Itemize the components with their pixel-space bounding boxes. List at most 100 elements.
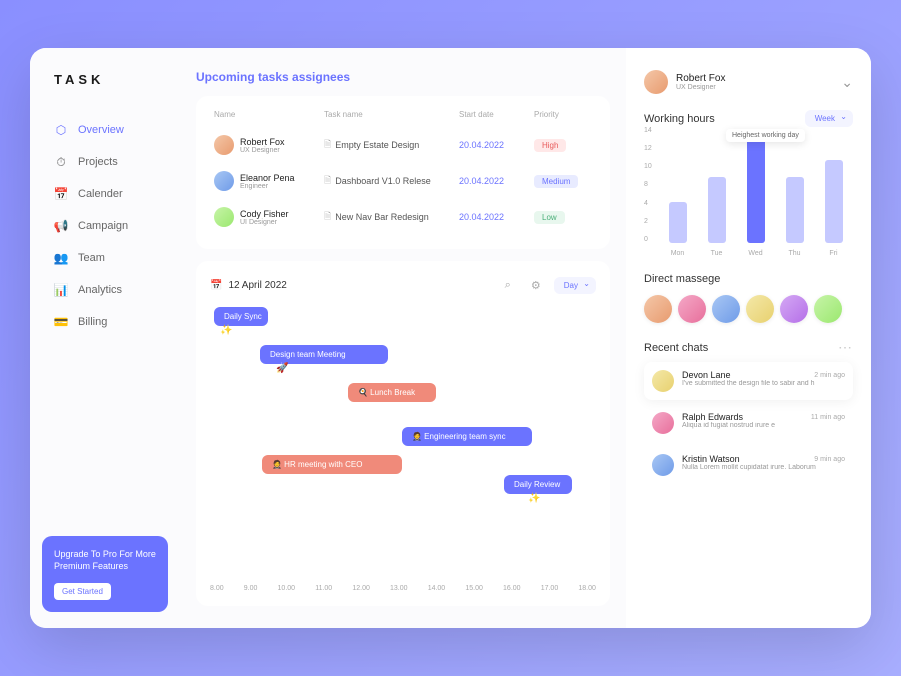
chat-item[interactable]: Ralph Edwards11 min agoAliqua id fugiat … <box>644 404 853 442</box>
avatar <box>652 412 674 434</box>
bars: Heighest working day Mon Tue Wed Thu Fri <box>658 127 853 257</box>
chat-item[interactable]: Devon Lane2 min agoI've submitted the de… <box>644 362 853 400</box>
priority-badge: High <box>534 139 566 152</box>
bar[interactable] <box>786 177 804 243</box>
nav-icon: 📊 <box>54 283 68 297</box>
table-row[interactable]: Robert FoxUX Designer🗎Empty Estate Desig… <box>210 127 596 163</box>
chats-title: Recent chats <box>644 342 708 354</box>
dm-avatar[interactable] <box>644 295 672 323</box>
avatar <box>214 135 234 155</box>
main: Upcoming tasks assignees Name Task name … <box>180 48 626 628</box>
bar-wrap: Thu <box>781 177 809 243</box>
chart-header: Working hours Week <box>644 110 853 127</box>
timeline-event[interactable]: 🍳 Lunch Break <box>348 383 436 402</box>
logo: TASK <box>30 72 180 87</box>
priority-badge: Low <box>534 211 565 224</box>
bar[interactable] <box>747 135 765 243</box>
nav-icon: 📅 <box>54 187 68 201</box>
sidebar: TASK ⬡Overview⏱Projects📅Calender📢Campaig… <box>30 48 180 628</box>
nav: ⬡Overview⏱Projects📅Calender📢Campaign👥Tea… <box>30 115 180 337</box>
dm-section: Direct massege <box>644 273 853 323</box>
dm-avatar[interactable] <box>780 295 808 323</box>
table-body: Robert FoxUX Designer🗎Empty Estate Desig… <box>210 127 596 235</box>
profile-name: Robert Fox <box>676 73 725 84</box>
timeline-header: 📅 12 April 2022 ⌕ ⚙ Day <box>210 275 596 295</box>
chats-header: Recent chats ⋯ <box>644 339 853 356</box>
th-task: Task name <box>324 110 459 119</box>
dm-avatar[interactable] <box>712 295 740 323</box>
chart-title: Working hours <box>644 113 715 125</box>
nav-analytics[interactable]: 📊Analytics <box>42 275 168 305</box>
bar[interactable] <box>669 202 687 243</box>
bar-wrap: Mon <box>664 202 692 243</box>
timeline-event[interactable]: 🤵 Engineering team sync <box>402 427 532 446</box>
bar-wrap: Tue <box>703 177 731 243</box>
nav-billing[interactable]: 💳Billing <box>42 307 168 337</box>
tasks-title: Upcoming tasks assignees <box>196 70 610 84</box>
nav-icon: 💳 <box>54 315 68 329</box>
nav-icon: 👥 <box>54 251 68 265</box>
avatar <box>214 171 234 191</box>
right-panel: Robert Fox UX Designer ⌄ Working hours W… <box>626 48 871 628</box>
dm-avatar[interactable] <box>746 295 774 323</box>
tasks-card: Name Task name Start date Priority Rober… <box>196 96 610 249</box>
timeline-date: 📅 12 April 2022 <box>210 280 490 291</box>
table-row[interactable]: Eleanor PenaEngineer🗎Dashboard V1.0 Rele… <box>210 163 596 199</box>
dm-avatar[interactable] <box>678 295 706 323</box>
dm-avatars <box>644 295 853 323</box>
bar[interactable] <box>825 160 843 243</box>
upgrade-text: Upgrade To Pro For More Premium Features <box>54 548 156 573</box>
upgrade-card: Upgrade To Pro For More Premium Features… <box>42 536 168 612</box>
nav-calender[interactable]: 📅Calender <box>42 179 168 209</box>
th-start: Start date <box>459 110 534 119</box>
table-row[interactable]: Cody FisherUI Designer🗎New Nav Bar Redes… <box>210 199 596 235</box>
timeline-card: 📅 12 April 2022 ⌕ ⚙ Day 8.009.0010.0011.… <box>196 261 610 606</box>
chat-item[interactable]: Kristin Watson9 min agoNulla Lorem molli… <box>644 446 853 484</box>
more-icon[interactable]: ⋯ <box>838 339 853 356</box>
chat-list: Devon Lane2 min agoI've submitted the de… <box>644 362 853 484</box>
calendar-icon: 📅 <box>210 280 222 291</box>
bar-wrap: Fri <box>820 160 848 243</box>
timeline-event[interactable]: Daily Review <box>504 475 572 494</box>
chevron-down-icon[interactable]: ⌄ <box>841 74 853 91</box>
bar[interactable] <box>708 177 726 243</box>
profile-role: UX Designer <box>676 84 725 91</box>
th-name: Name <box>214 110 324 119</box>
event-emoji: 🚀 <box>276 363 288 374</box>
chart-tooltip: Heighest working day <box>726 129 805 142</box>
nav-campaign[interactable]: 📢Campaign <box>42 211 168 241</box>
file-icon: 🗎 <box>324 209 331 225</box>
app-shell: TASK ⬡Overview⏱Projects📅Calender📢Campaig… <box>30 48 871 628</box>
timeline-event[interactable]: Design team Meeting <box>260 345 388 364</box>
timeline-event[interactable]: Daily Sync <box>214 307 268 326</box>
timeline: 8.009.0010.0011.0012.0013.0014.0015.0016… <box>210 307 596 592</box>
nav-overview[interactable]: ⬡Overview <box>42 115 168 145</box>
nav-team[interactable]: 👥Team <box>42 243 168 273</box>
chats-section: Recent chats ⋯ Devon Lane2 min agoI've s… <box>644 339 853 484</box>
table-header: Name Task name Start date Priority <box>210 110 596 127</box>
profile[interactable]: Robert Fox UX Designer ⌄ <box>644 70 853 94</box>
nav-icon: ⏱ <box>54 155 68 169</box>
avatar <box>214 207 234 227</box>
th-priority: Priority <box>534 110 594 119</box>
chart: 1412108420 Heighest working day Mon Tue We… <box>644 127 853 257</box>
dm-avatar[interactable] <box>814 295 842 323</box>
priority-badge: Medium <box>534 175 578 188</box>
file-icon: 🗎 <box>324 137 331 153</box>
view-select[interactable]: Day <box>554 277 596 294</box>
y-axis: 1412108420 <box>644 127 658 257</box>
settings-icon[interactable]: ⚙ <box>526 275 546 295</box>
search-icon[interactable]: ⌕ <box>498 275 518 295</box>
nav-projects[interactable]: ⏱Projects <box>42 147 168 177</box>
event-emoji: ✨ <box>220 325 232 336</box>
event-emoji: ✨ <box>528 493 540 504</box>
nav-icon: ⬡ <box>54 123 68 137</box>
dm-title: Direct massege <box>644 273 853 285</box>
bar-wrap: Wed <box>742 135 770 243</box>
chart-range-select[interactable]: Week <box>805 110 853 127</box>
nav-icon: 📢 <box>54 219 68 233</box>
timeline-event[interactable]: 🤵 HR meeting with CEO <box>262 455 402 474</box>
avatar <box>652 454 674 476</box>
upgrade-button[interactable]: Get Started <box>54 583 111 600</box>
avatar <box>652 370 674 392</box>
